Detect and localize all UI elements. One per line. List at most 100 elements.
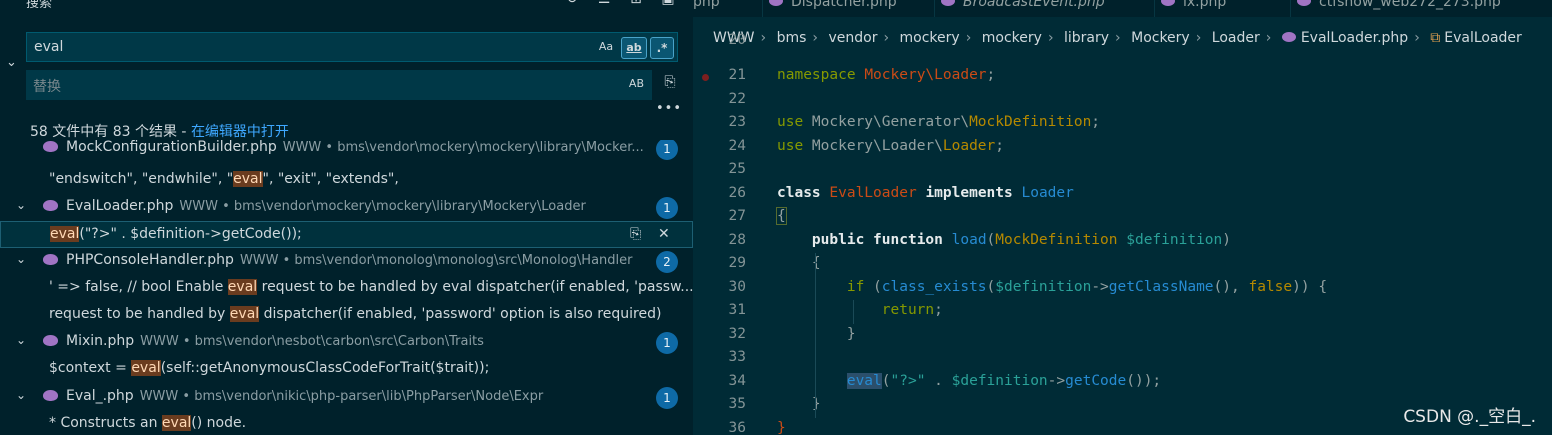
line-number: 23: [728, 114, 746, 130]
line-number: 26: [728, 185, 746, 201]
result-file-path: WWW • bms\vendor\mockery\mockery\library…: [282, 140, 644, 155]
collapse-all-icon[interactable]: ▣: [659, 0, 677, 7]
match-prefix: $context =: [49, 360, 132, 376]
code-line: 28 public function load(MockDefinition $…: [693, 230, 1552, 253]
line-number: 32: [728, 326, 746, 342]
match-prefix: * Constructs an: [49, 415, 162, 431]
editor-tab[interactable]: php: [693, 0, 763, 17]
match-highlight: eval: [227, 279, 258, 295]
dismiss-match-icon[interactable]: ✕: [658, 226, 670, 242]
line-number: 21: [728, 67, 746, 83]
toggle-replace-chevron-icon[interactable]: ⌄: [6, 55, 17, 70]
code-text: use Mockery\Loader\Loader;: [777, 138, 1005, 154]
match-suffix: ", "exit", "extends",: [262, 171, 399, 187]
more-options-icon[interactable]: •••: [656, 101, 682, 116]
line-number: 24: [728, 138, 746, 154]
php-file-icon: [43, 141, 58, 152]
replace-match-icon[interactable]: ⎘: [630, 226, 641, 242]
result-file-name: Mixin.php: [66, 333, 135, 349]
match-highlight: eval: [161, 415, 192, 431]
code-line: 21 namespace Mockery\Loader;: [693, 65, 1552, 88]
result-match-row[interactable]: * Constructs an eval() node.: [0, 411, 693, 435]
line-number: 35: [728, 396, 746, 412]
match-highlight: eval: [229, 306, 260, 322]
result-match-row-selected[interactable]: eval("?>" . $definition->getCode()); ⎘ ✕: [0, 221, 693, 248]
result-file-path: WWW • bms\vendor\monolog\monolog\src\Mon…: [239, 253, 633, 268]
php-file-icon: [941, 0, 955, 6]
result-count-badge: 2: [656, 251, 678, 273]
result-file-row[interactable]: ⌄ Eval_.php WWW • bms\vendor\nikic\php-pa…: [0, 384, 693, 411]
result-match-row[interactable]: request to be handled by eval dispatcher…: [0, 302, 693, 329]
clear-results-icon[interactable]: ☰: [595, 0, 613, 7]
indent-guide: [815, 253, 816, 418]
result-match-row[interactable]: "endswitch", "endwhile", "eval", "exit",…: [0, 167, 693, 194]
editor-tab[interactable]: ctfshow_web272_273.php: [1291, 0, 1552, 17]
code-line: 32 }: [693, 324, 1552, 347]
line-number: 33: [728, 349, 746, 365]
result-match-row[interactable]: ' => false, // bool Enable eval request …: [0, 275, 693, 302]
editor-tab[interactable]: Dispatcher.php: [763, 0, 935, 17]
line-number: 30: [728, 279, 746, 295]
code-text: if (class_exists($definition->getClassNa…: [846, 279, 1328, 295]
chevron-down-icon[interactable]: ⌄: [16, 252, 26, 266]
regex-toggle[interactable]: .*: [650, 37, 674, 59]
chevron-down-icon[interactable]: ⌄: [16, 198, 26, 212]
refresh-icon[interactable]: ↻: [563, 0, 581, 7]
search-query[interactable]: eval: [34, 39, 63, 55]
code-line: 25: [693, 159, 1552, 182]
replace-input[interactable]: 替换 AB: [26, 70, 652, 100]
code-editor: php Dispatcher.php BroadcastEvent.php lx…: [693, 0, 1552, 435]
result-count-badge: 1: [656, 140, 678, 160]
match-suffix: ("?>" . $definition->getCode());: [79, 226, 302, 242]
indent-guide: [853, 300, 854, 324]
result-file-path: WWW • bms\vendor\mockery\mockery\library…: [179, 199, 586, 214]
php-file-icon: [1161, 0, 1175, 6]
editor-tab[interactable]: BroadcastEvent.php: [935, 0, 1155, 17]
result-file-row[interactable]: MockConfigurationBuilder.php WWW • bms\ve…: [0, 140, 693, 162]
code-line: 22: [693, 89, 1552, 112]
results-summary: 58 文件中有 83 个结果 - 在编辑器中打开: [30, 121, 289, 141]
match-suffix: () node.: [191, 415, 247, 431]
result-file-path: WWW • bms\vendor\nesbot\carbon\src\Carbo…: [140, 334, 484, 349]
editor-tabs: php Dispatcher.php BroadcastEvent.php lx…: [693, 0, 1552, 17]
result-file-row[interactable]: ⌄ PHPConsoleHandler.php WWW • bms\vendor\…: [0, 248, 693, 275]
line-number: 25: [728, 161, 746, 177]
open-in-editor-link[interactable]: 在编辑器中打开: [191, 124, 289, 140]
result-file-row[interactable]: ⌄ Mixin.php WWW • bms\vendor\nesbot\carbo…: [0, 329, 693, 356]
replace-placeholder[interactable]: 替换: [33, 76, 61, 96]
result-file-row[interactable]: ⌄ EvalLoader.php WWW • bms\vendor\mockery…: [0, 194, 693, 221]
code-area[interactable]: 20 21 namespace Mockery\Loader; 22 23 use …: [693, 32, 1552, 435]
php-file-icon: [43, 390, 58, 401]
result-file-path: WWW • bms\vendor\nikic\php-parser\lib\Ph…: [139, 389, 544, 404]
line-number: 28: [728, 232, 746, 248]
new-search-editor-icon[interactable]: ⊞: [627, 0, 645, 7]
replace-all-icon[interactable]: ⎘: [660, 74, 680, 96]
match-suffix: dispatcher(if enabled, 'password' option…: [259, 306, 662, 322]
result-count-badge: 1: [656, 197, 678, 219]
tab-label: BroadcastEvent.php: [963, 0, 1105, 10]
match-prefix: "endswitch", "endwhile", ": [49, 171, 234, 187]
php-file-icon: [43, 335, 58, 346]
match-case-toggle[interactable]: Aa: [595, 37, 617, 59]
code-text: {: [776, 207, 787, 225]
match-prefix: request to be handled by: [49, 306, 230, 322]
editor-tab[interactable]: lx.php: [1155, 0, 1291, 17]
preserve-case-toggle[interactable]: AB: [629, 77, 644, 90]
tab-label: Dispatcher.php: [791, 0, 897, 10]
chevron-down-icon[interactable]: ⌄: [16, 388, 26, 402]
code-line: 31 return;: [693, 300, 1552, 323]
code-text: return;: [881, 302, 943, 318]
result-file-name: MockConfigurationBuilder.php: [66, 140, 277, 155]
result-count-badge: 1: [656, 387, 678, 409]
watermark: CSDN @._空白_.: [1403, 407, 1536, 427]
match-highlight: eval: [233, 171, 263, 187]
code-text: }: [777, 326, 856, 342]
code-line: 33: [693, 347, 1552, 370]
search-input[interactable]: eval Aa ab .*: [26, 32, 678, 62]
chevron-down-icon[interactable]: ⌄: [16, 333, 26, 347]
code-text: eval("?>" . $definition->getCode());: [846, 373, 1162, 389]
whole-word-toggle[interactable]: ab: [621, 37, 647, 59]
result-match-row[interactable]: $context = eval(self::getAnonymousClassC…: [0, 356, 693, 383]
code-text: }: [777, 420, 786, 435]
tab-label: ctfshow_web272_273.php: [1319, 0, 1501, 10]
